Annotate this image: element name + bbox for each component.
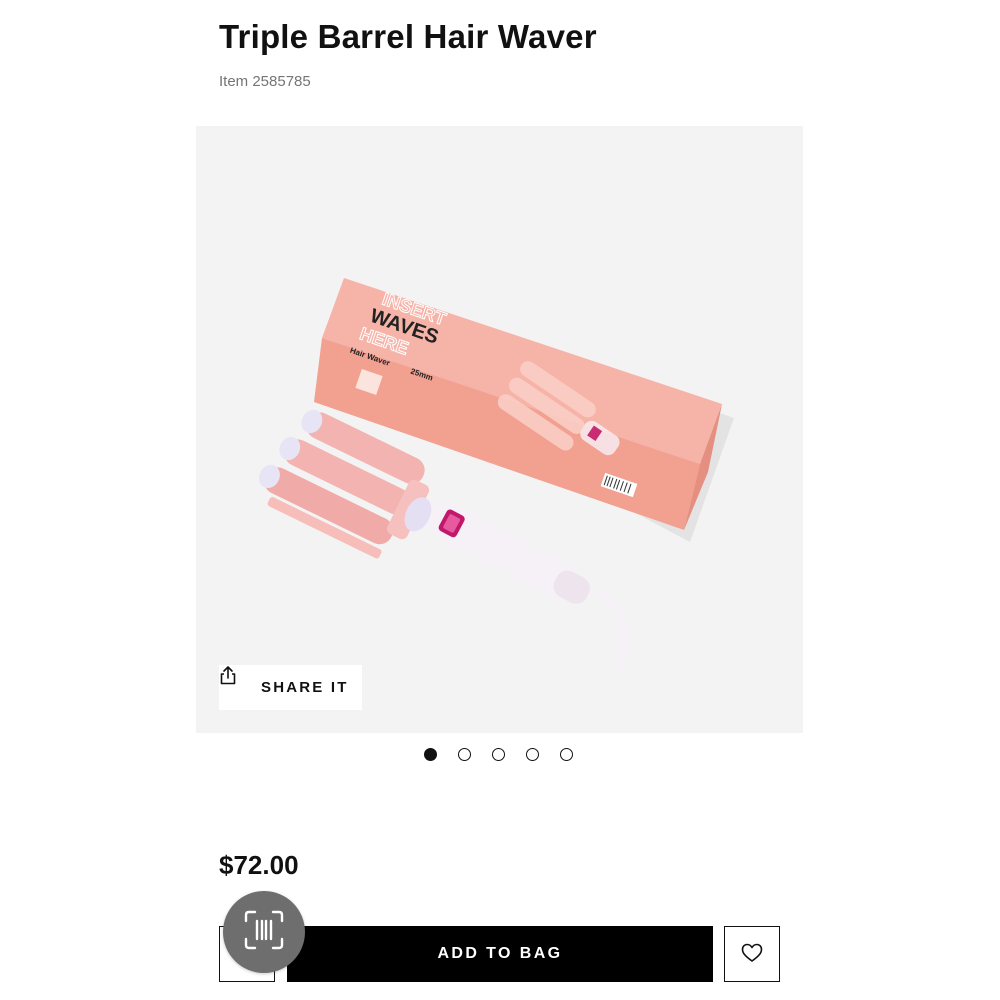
gallery-dot-1[interactable] [424,748,437,761]
share-icon [220,666,249,698]
gallery-dot-4[interactable] [526,748,539,761]
product-title: Triple Barrel Hair Waver [219,18,597,55]
barcode-scan-icon [242,908,286,957]
gallery-dot-3[interactable] [492,748,505,761]
gallery-dot-5[interactable] [560,748,573,761]
share-button[interactable]: SHARE IT [219,665,362,710]
gallery-pagination [424,748,573,761]
product-image-gallery[interactable]: INSERT WAVES HERE Hair Waver 25mm SHARE … [196,126,803,733]
gallery-dot-2[interactable] [458,748,471,761]
item-number: Item 2585785 [219,73,311,90]
price: $72.00 [219,850,299,880]
barcode-scan-button[interactable] [223,891,305,973]
share-button-label: SHARE IT [261,679,349,696]
add-to-bag-button[interactable]: ADD TO BAG [287,926,713,982]
heart-icon [741,943,763,966]
wishlist-button[interactable] [724,926,780,982]
add-to-bag-label: ADD TO BAG [437,945,563,962]
product-image: INSERT WAVES HERE Hair Waver 25mm [259,278,734,670]
